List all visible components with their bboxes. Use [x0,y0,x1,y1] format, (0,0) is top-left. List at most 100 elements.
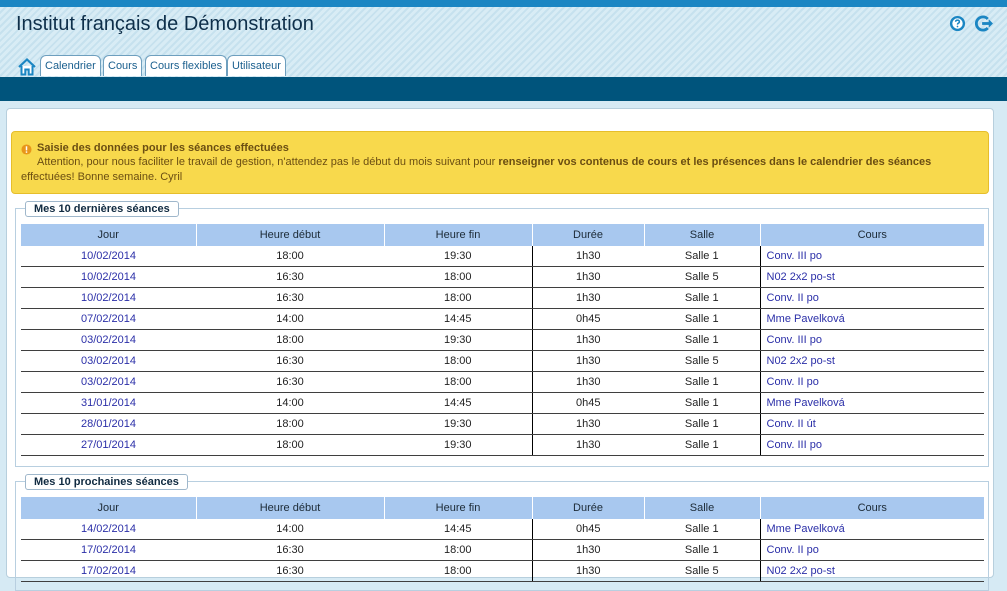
alert-text-end: effectuées! Bonne semaine. Cyril [21,170,183,183]
logout-icon[interactable] [974,15,994,32]
cell-salle: Salle 1 [644,246,760,267]
table-row[interactable]: 10/02/2014 18:00 19:30 1h30 Salle 1 Conv. III… [21,246,984,267]
cell-salle: Salle 1 [644,371,760,393]
alert-text: Attention, pour nous faciliter le travai… [37,156,499,168]
cell-jour[interactable]: 28/01/2014 [21,413,196,435]
cell-cours[interactable]: Mme Pavelková [759,308,984,330]
cell-salle: Salle 5 [644,560,760,582]
table-row[interactable]: 03/02/2014 16:30 18:00 1h30 Salle 5 N02 2x2 p… [21,350,984,372]
cell-cours[interactable]: Conv. II po [759,287,984,309]
cell-heure-debut: 18:00 [196,434,384,456]
tab-calendrier[interactable]: Calendrier [40,55,101,76]
cell-heure-fin: 19:30 [384,246,532,267]
cell-duree: 0h45 [531,519,644,540]
cell-heure-fin: 18:00 [384,350,532,372]
column-header-duree[interactable]: Durée [531,497,644,519]
table-row[interactable]: 17/02/2014 16:30 18:00 1h30 Salle 1 Conv. II … [21,539,984,561]
column-header-jour[interactable]: Jour [21,224,196,246]
cell-jour[interactable]: 31/01/2014 [21,392,196,414]
cell-heure-debut: 14:00 [196,392,384,414]
cell-salle: Salle 1 [644,287,760,309]
cell-heure-debut: 16:30 [196,266,384,288]
cell-heure-debut: 14:00 [196,308,384,330]
column-header-cours[interactable]: Cours [759,224,984,246]
cell-heure-debut: 16:30 [196,539,384,561]
cell-cours[interactable]: Conv. II po [759,371,984,393]
table-row[interactable]: 03/02/2014 16:30 18:00 1h30 Salle 1 Conv. II … [21,371,984,393]
cell-jour[interactable]: 03/02/2014 [21,329,196,351]
column-header-salle[interactable]: Salle [643,224,760,246]
column-header-heure-fin[interactable]: Heure fin [383,497,532,519]
cell-jour[interactable]: 17/02/2014 [21,539,196,561]
cell-heure-fin: 14:45 [384,308,532,330]
table-row[interactable]: 10/02/2014 16:30 18:00 1h30 Salle 5 N02 2x2 p… [21,266,984,288]
home-icon[interactable] [17,57,37,77]
table-row[interactable]: 07/02/2014 14:00 14:45 0h45 Salle 1 Mme Pavel… [21,308,984,330]
cell-cours[interactable]: Conv. II po [759,539,984,561]
cell-cours[interactable]: Conv. III po [759,329,984,351]
cell-heure-debut: 18:00 [196,329,384,351]
cell-cours[interactable]: N02 2x2 po-st [759,560,984,582]
cell-heure-fin: 18:00 [384,560,532,582]
cell-duree: 0h45 [531,308,644,330]
cell-jour[interactable]: 27/01/2014 [21,434,196,456]
cell-heure-fin: 19:30 [384,413,532,435]
tab-cours-flexibles[interactable]: Cours flexibles [145,55,228,76]
cell-heure-fin: 14:45 [384,519,532,540]
cell-duree: 1h30 [531,287,644,309]
cell-heure-fin: 19:30 [384,329,532,351]
column-header-heure-fin[interactable]: Heure fin [383,224,532,246]
top-stripe [0,0,1007,7]
table-row[interactable]: 14/02/2014 14:00 14:45 0h45 Salle 1 Mme Pavel… [21,519,984,540]
table-row[interactable]: 10/02/2014 16:30 18:00 1h30 Salle 1 Conv. II … [21,287,984,309]
table-row[interactable]: 31/01/2014 14:00 14:45 0h45 Salle 1 Mme Pavel… [21,392,984,414]
table-row[interactable]: 03/02/2014 18:00 19:30 1h30 Salle 1 Conv. III… [21,329,984,351]
column-header-salle[interactable]: Salle [643,497,760,519]
alert-message: Attention, pour nous faciliter le travai… [21,155,971,184]
cell-jour[interactable]: 10/02/2014 [21,287,196,309]
table-row[interactable]: 28/01/2014 18:00 19:30 1h30 Salle 1 Conv. II … [21,413,984,435]
next-sessions-title: Mes 10 prochaines séances [25,474,188,490]
table-row[interactable]: 17/02/2014 16:30 18:00 1h30 Salle 5 N02 2x2 p… [21,560,984,582]
table-header-row: Jour Heure début Heure fin Durée Salle C… [21,224,984,246]
cell-jour[interactable]: 10/02/2014 [21,266,196,288]
cell-cours[interactable]: N02 2x2 po-st [759,350,984,372]
cell-jour[interactable]: 07/02/2014 [21,308,196,330]
help-icon[interactable] [949,15,966,32]
cell-salle: Salle 1 [644,329,760,351]
cell-cours[interactable]: Conv. III po [759,246,984,267]
cell-heure-debut: 16:30 [196,371,384,393]
column-header-cours[interactable]: Cours [759,497,984,519]
column-header-heure-debut[interactable]: Heure début [195,497,384,519]
cell-jour[interactable]: 03/02/2014 [21,350,196,372]
cell-heure-fin: 18:00 [384,287,532,309]
cell-jour[interactable]: 03/02/2014 [21,371,196,393]
cell-heure-fin: 14:45 [384,392,532,414]
alert-title: Saisie des données pour les séances effe… [37,142,289,154]
cell-salle: Salle 5 [644,350,760,372]
last-sessions-title: Mes 10 dernières séances [25,201,179,217]
cell-heure-debut: 16:30 [196,350,384,372]
cell-cours[interactable]: Mme Pavelková [759,519,984,540]
cell-cours[interactable]: Conv. II út [759,413,984,435]
cell-cours[interactable]: N02 2x2 po-st [759,266,984,288]
nav-bar [0,77,1007,101]
table-row[interactable]: 27/01/2014 18:00 19:30 1h30 Salle 1 Conv. III… [21,434,984,456]
cell-salle: Salle 1 [644,392,760,414]
tab-utilisateur[interactable]: Utilisateur [227,55,286,76]
column-header-duree[interactable]: Durée [531,224,644,246]
cell-heure-fin: 18:00 [384,371,532,393]
cell-salle: Salle 1 [644,308,760,330]
column-header-heure-debut[interactable]: Heure début [195,224,384,246]
tab-cours[interactable]: Cours [103,55,143,76]
cell-heure-debut: 18:00 [196,413,384,435]
cell-jour[interactable]: 14/02/2014 [21,519,196,540]
cell-cours[interactable]: Mme Pavelková [759,392,984,414]
cell-duree: 1h30 [531,329,644,351]
cell-jour[interactable]: 17/02/2014 [21,560,196,582]
cell-cours[interactable]: Conv. III po [759,434,984,456]
column-header-jour[interactable]: Jour [21,497,196,519]
table-header-row: Jour Heure début Heure fin Durée Salle C… [21,497,984,519]
cell-jour[interactable]: 10/02/2014 [21,246,196,267]
cell-salle: Salle 1 [644,539,760,561]
